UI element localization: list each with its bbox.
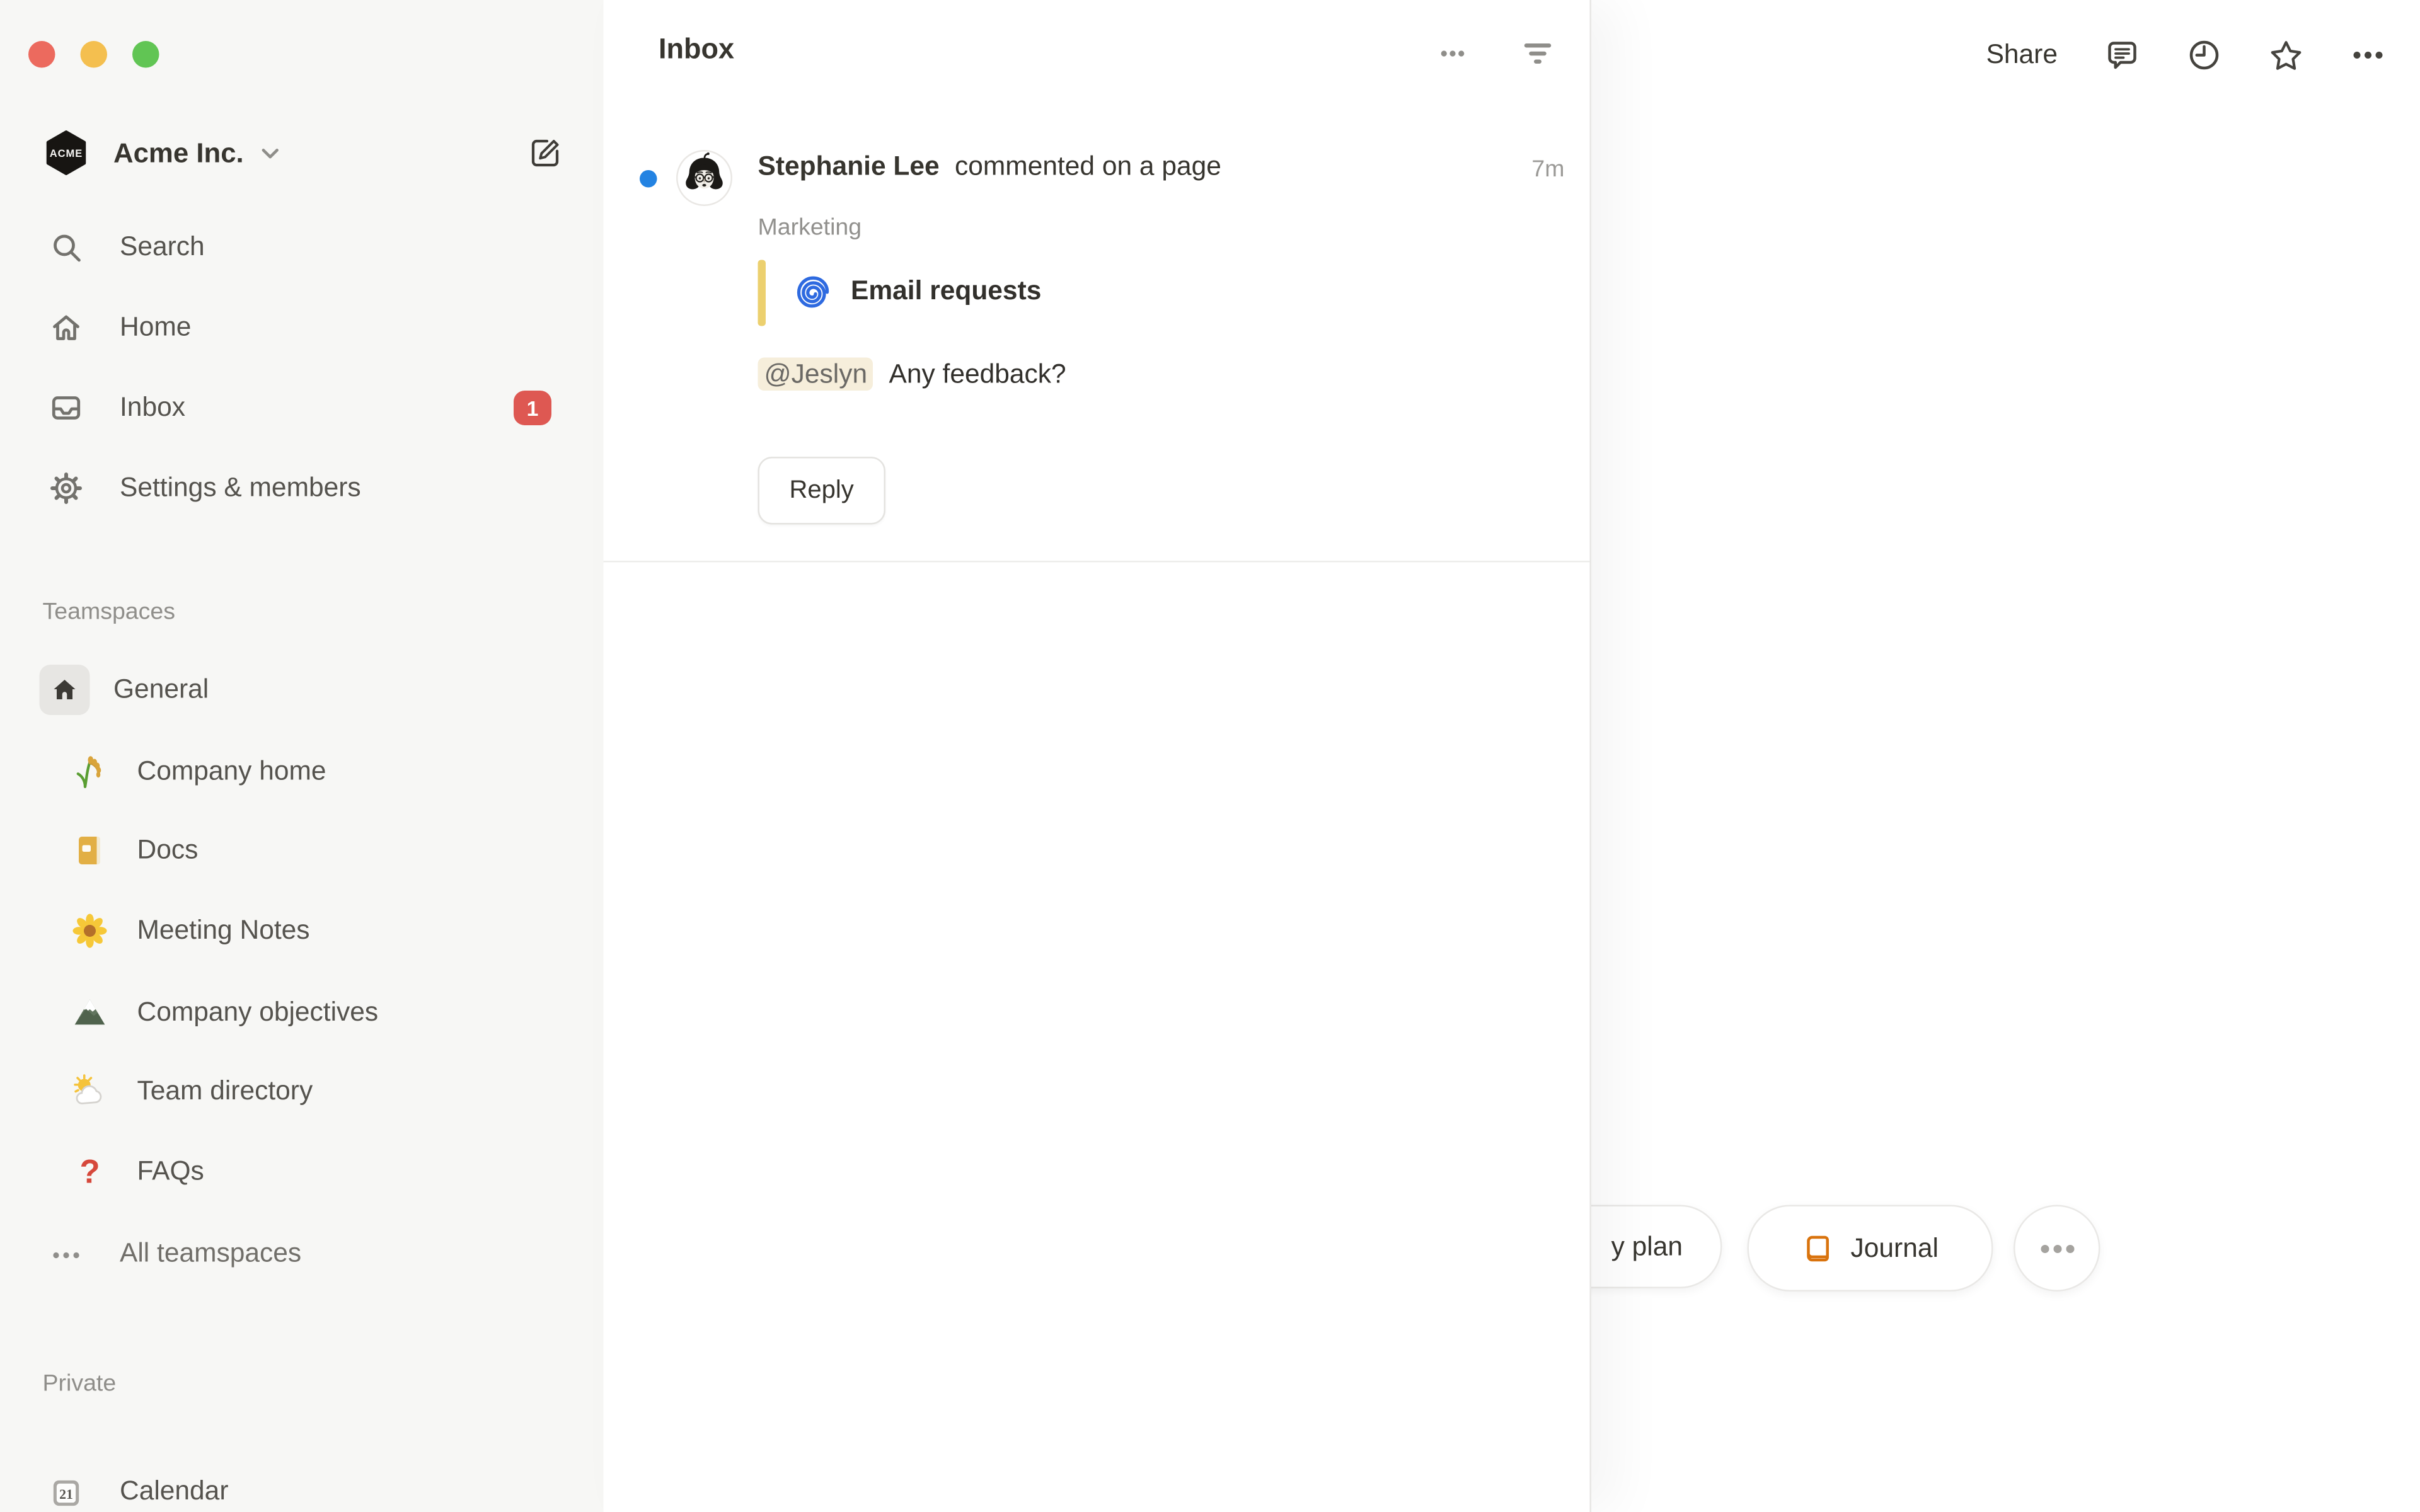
zoom-button[interactable]: [132, 41, 159, 68]
comment-text: Any feedback?: [889, 359, 1066, 389]
inbox-panel: Inbox: [604, 0, 1592, 1512]
home-icon: [49, 311, 84, 345]
question-mark-icon: ?: [71, 1153, 109, 1191]
sidebar-item-settings[interactable]: Settings & members: [25, 457, 580, 520]
workspace-logo-text: ACME: [50, 148, 83, 159]
gear-icon: [49, 471, 84, 506]
sidebar-item-meeting-notes[interactable]: Meeting Notes: [25, 898, 580, 964]
updates-button[interactable]: [2187, 38, 2221, 72]
private-section-label: Private: [43, 1370, 117, 1397]
inbox-icon: [49, 391, 84, 425]
mountain-icon: [71, 994, 109, 1032]
sidebar-item-label: Home: [120, 312, 191, 343]
sidebar-item-label: Calendar: [120, 1476, 229, 1508]
sidebar-item-docs[interactable]: Docs: [25, 818, 580, 884]
teamspace-page-label: FAQs: [137, 1156, 204, 1188]
pill-journal-button[interactable]: Journal: [1748, 1205, 1993, 1292]
more-icon: [2351, 38, 2385, 72]
pill-journal-label: Journal: [1851, 1232, 1939, 1264]
sun-behind-cloud-icon: [71, 1073, 109, 1111]
mention-chip[interactable]: @Jeslyn: [758, 358, 874, 391]
sidebar-item-calendar[interactable]: 21 Calendar: [25, 1460, 580, 1512]
reply-button[interactable]: Reply: [758, 457, 885, 525]
page-link[interactable]: Email requests: [851, 276, 1041, 307]
sidebar-item-label: All teamspaces: [120, 1238, 301, 1269]
sunflower-icon: [71, 912, 109, 950]
workspace-name: Acme Inc.: [113, 136, 244, 169]
inbox-filter-button[interactable]: [1519, 35, 1557, 72]
new-page-button[interactable]: [523, 131, 567, 175]
comments-button[interactable]: [2105, 38, 2140, 72]
comment-body: @Jeslyn Any feedback?: [758, 359, 1066, 391]
sidebar-item-general[interactable]: General: [25, 657, 580, 723]
teamspace-name: Marketing: [758, 214, 862, 241]
topbar: Share: [1986, 0, 2420, 110]
ledger-icon: [71, 832, 109, 869]
favorite-button[interactable]: [2269, 38, 2303, 72]
notification-header: Stephanie Lee commented on a page: [758, 151, 1221, 183]
search-icon: [49, 230, 84, 265]
avatar: [676, 150, 733, 207]
journal-book-icon: [1802, 1232, 1833, 1264]
pill-plan-label: y plan: [1611, 1231, 1683, 1263]
star-icon: [2269, 38, 2303, 74]
sidebar-item-team-directory[interactable]: Team directory: [25, 1058, 580, 1125]
teamspace-page-label: Team directory: [137, 1076, 313, 1108]
notification-time: 7m: [1531, 156, 1564, 183]
sidebar-item-faqs[interactable]: ? FAQs: [25, 1139, 580, 1205]
calendar-day-number: 21: [59, 1487, 73, 1502]
sidebar-item-home[interactable]: Home: [25, 296, 580, 359]
sheaf-of-rice-icon: [71, 753, 109, 791]
sidebar-item-label: Inbox: [120, 392, 185, 424]
more-icon: [2036, 1228, 2077, 1269]
clock-icon: [2187, 38, 2221, 72]
inbox-unread-badge: 1: [514, 391, 551, 425]
house-icon: [50, 676, 79, 704]
inbox-more-button[interactable]: [1434, 35, 1472, 72]
sidebar-item-inbox[interactable]: Inbox 1: [25, 377, 580, 440]
more-button[interactable]: [2351, 38, 2385, 72]
app-window: ACME Acme Inc. Search: [0, 0, 2420, 1512]
reply-label: Reply: [790, 476, 854, 505]
sidebar-item-all-teamspaces[interactable]: All teamspaces: [25, 1222, 580, 1285]
notification-divider: [604, 561, 1590, 563]
sidebar-item-company-home[interactable]: Company home: [25, 739, 580, 805]
teamspaces-section-label: Teamspaces: [43, 598, 176, 626]
teamspace-icon-frame: [40, 665, 90, 715]
sidebar-item-label: Settings & members: [120, 472, 361, 504]
share-button[interactable]: Share: [1986, 40, 2058, 71]
teamspace-label: General: [113, 674, 209, 706]
minimize-button[interactable]: [81, 41, 108, 68]
calendar-icon: 21: [49, 1474, 84, 1509]
action-text: commented on a page: [955, 151, 1221, 181]
sidebar-item-company-objectives[interactable]: Company objectives: [25, 980, 580, 1046]
pill-more-button[interactable]: [2014, 1205, 2100, 1292]
compose-icon: [529, 137, 561, 169]
filter-icon: [1521, 37, 1555, 71]
unread-dot: [640, 170, 657, 188]
sidebar-item-label: Search: [120, 232, 205, 263]
comment-icon: [2105, 38, 2140, 72]
svg-text:?: ?: [79, 1154, 100, 1191]
cyclone-icon: [794, 274, 832, 312]
teamspace-page-label: Company home: [137, 756, 326, 788]
sidebar-item-search[interactable]: Search: [25, 216, 580, 279]
actor-name: Stephanie Lee: [758, 151, 940, 181]
teamspace-page-label: Meeting Notes: [137, 915, 310, 947]
sidebar: ACME Acme Inc. Search: [0, 0, 605, 1512]
workspace-logo: ACME: [43, 129, 90, 176]
close-button[interactable]: [28, 41, 55, 68]
chevron-down-icon: [260, 142, 280, 163]
workspace-switcher[interactable]: ACME Acme Inc.: [25, 123, 580, 183]
ellipsis-icon: [49, 1237, 84, 1271]
inbox-panel-title: Inbox: [659, 33, 734, 67]
quote-bar: [758, 260, 765, 326]
more-icon: [1436, 37, 1470, 71]
teamspace-page-label: Company objectives: [137, 997, 379, 1029]
teamspace-page-label: Docs: [137, 835, 199, 866]
